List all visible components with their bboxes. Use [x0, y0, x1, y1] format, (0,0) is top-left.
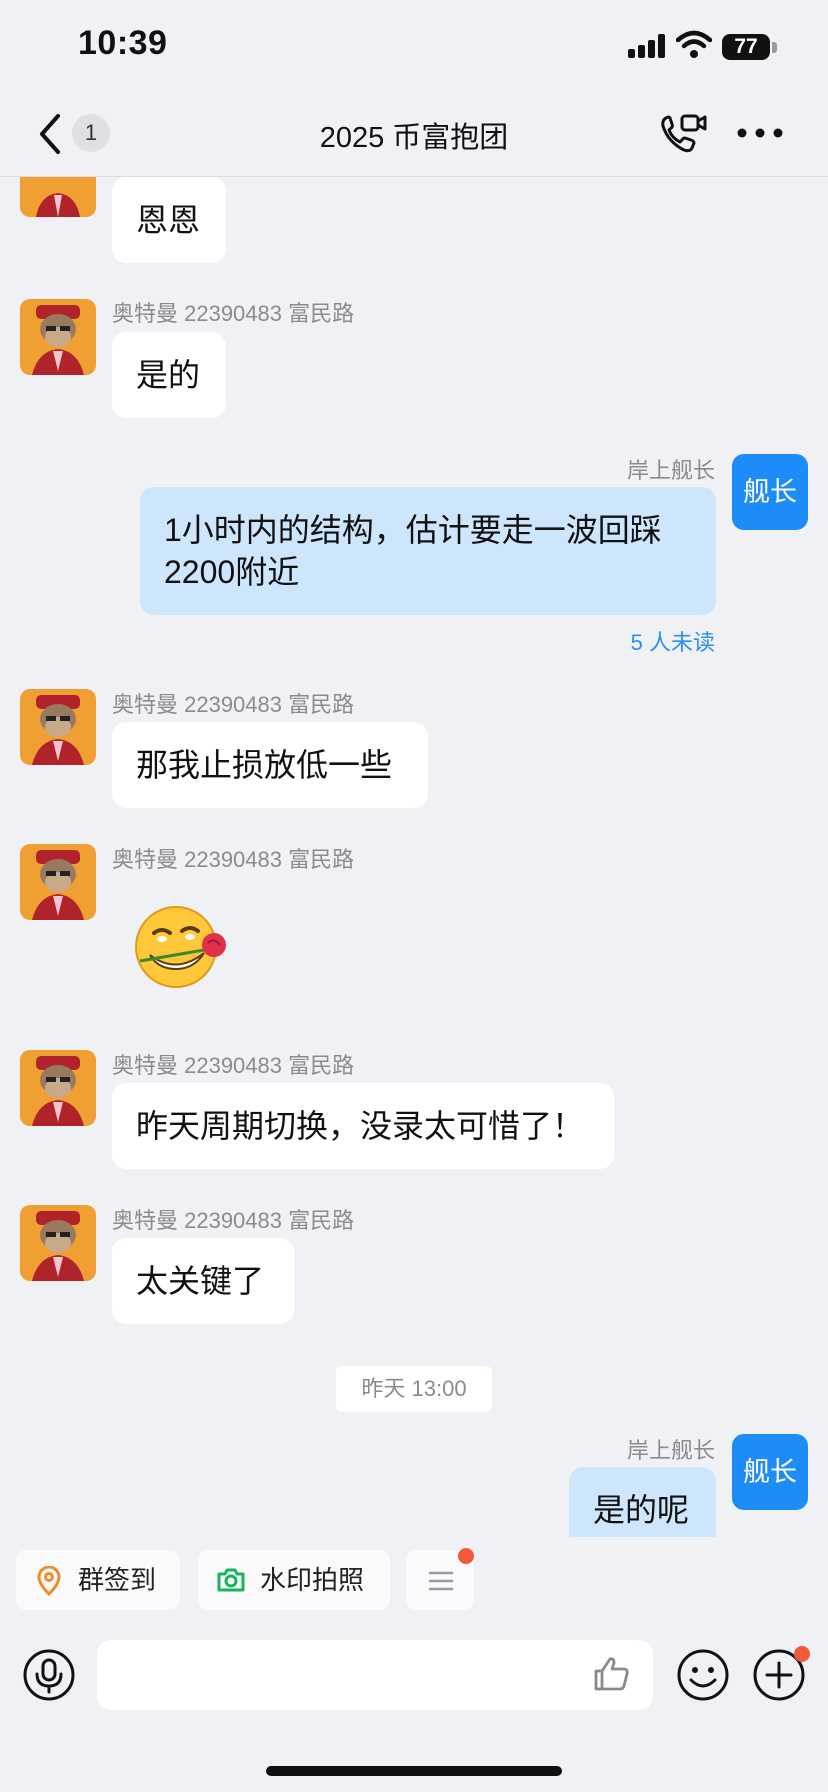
location-pin-icon — [37, 1566, 61, 1596]
sender-name: 奥特曼 22390483 富民路 — [112, 847, 355, 872]
camera-icon — [217, 1568, 245, 1592]
message-bubble[interactable]: 太关键了 — [112, 1238, 294, 1324]
avatar[interactable] — [20, 844, 96, 920]
avatar[interactable] — [20, 299, 96, 375]
sender-name: 奥特曼 22390483 富民路 — [112, 692, 355, 717]
rose-emoji-icon[interactable] — [132, 903, 230, 991]
voice-input-icon[interactable] — [22, 1648, 76, 1702]
avatar[interactable] — [20, 1050, 96, 1126]
message-input[interactable] — [97, 1640, 653, 1710]
self-avatar[interactable]: 舰长 — [732, 454, 808, 530]
avatar[interactable] — [20, 177, 96, 217]
check-in-button[interactable]: 群签到 — [16, 1550, 180, 1610]
more-apps-button[interactable] — [406, 1548, 474, 1610]
message-bubble[interactable]: 是的呢 — [569, 1467, 716, 1537]
message-bubble[interactable]: 那我止损放低一些 — [112, 722, 428, 808]
message-bubble[interactable]: 1小时内的结构，估计要走一波回踩 2200附近 — [140, 487, 716, 615]
notification-dot — [458, 1548, 474, 1564]
status-time: 10:39 — [78, 24, 168, 62]
avatar[interactable] — [20, 1205, 96, 1281]
thumbs-up-icon[interactable] — [592, 1655, 632, 1693]
sender-name: 岸上舰长 — [626, 458, 715, 483]
sender-name: 岸上舰长 — [626, 1438, 715, 1463]
check-in-label: 群签到 — [78, 1565, 157, 1595]
message-bubble[interactable]: 是的 — [112, 332, 226, 418]
message-list[interactable]: 恩恩 奥特曼 22390483 富民路 是的 岸上舰长 舰长 1小时内的结构，估… — [0, 177, 828, 1537]
emoji-icon[interactable] — [676, 1648, 730, 1702]
video-call-icon[interactable] — [658, 112, 708, 156]
message-bubble[interactable]: 昨天周期切换，没录太可惜了！ — [112, 1083, 614, 1169]
sender-name: 奥特曼 22390483 富民路 — [112, 1208, 355, 1233]
battery-level: 77 — [722, 34, 770, 60]
menu-lines-icon — [428, 1571, 454, 1591]
sender-name: 奥特曼 22390483 富民路 — [112, 1053, 355, 1078]
watermark-photo-label: 水印拍照 — [260, 1565, 365, 1595]
sender-name: 奥特曼 22390483 富民路 — [112, 301, 355, 326]
read-status[interactable]: 5 人未读 — [631, 625, 715, 657]
avatar[interactable] — [20, 689, 96, 765]
time-divider: 昨天 13:00 — [336, 1366, 492, 1412]
self-avatar[interactable]: 舰长 — [732, 1434, 808, 1510]
message-bubble[interactable]: 恩恩 — [112, 177, 226, 263]
battery-nub — [772, 42, 777, 53]
cellular-signal-icon — [628, 34, 668, 58]
more-icon[interactable] — [736, 124, 784, 142]
add-notification-dot — [794, 1646, 810, 1662]
wifi-icon — [676, 30, 712, 58]
watermark-photo-button[interactable]: 水印拍照 — [198, 1550, 390, 1610]
home-indicator — [266, 1766, 562, 1776]
